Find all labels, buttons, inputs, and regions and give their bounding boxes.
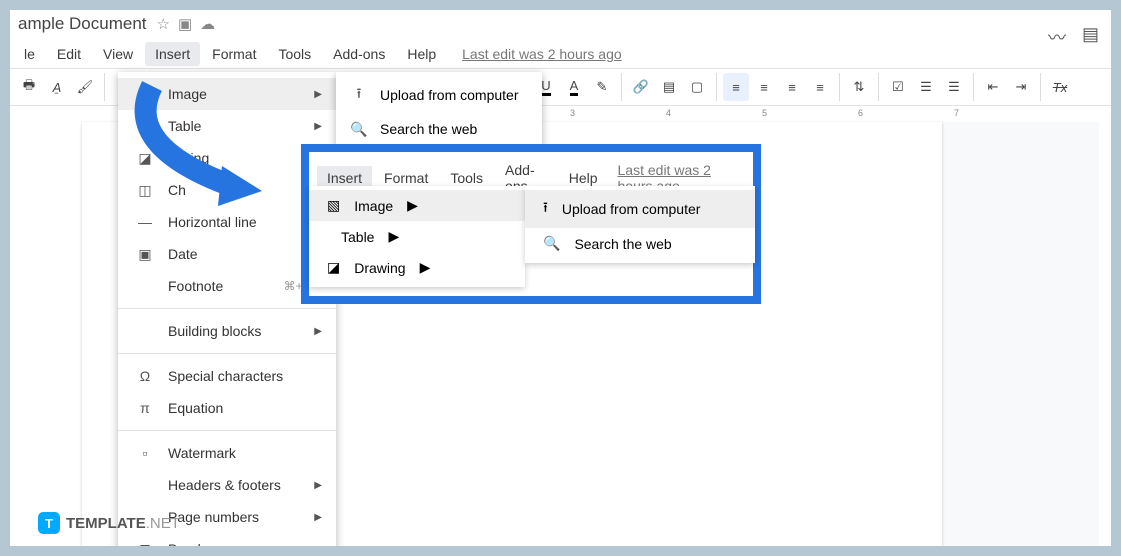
indent-icon[interactable]: ⇥ [1008,73,1034,101]
clear-format-icon[interactable]: Tx [1047,73,1073,101]
app-window: ample Document ☆ ▣ ☁ 〰 ▤ le Edit View In… [10,10,1111,546]
break-icon: ⊟ [136,540,154,546]
drawing-icon: ◪ [327,259,340,276]
insert-break-item[interactable]: ⊟ Break [118,533,336,546]
highlight-icon[interactable]: ✎ [589,73,615,101]
pi-icon: π [136,399,154,417]
callout-zoom: Insert Format Tools Add-ons Help Last ed… [301,144,761,304]
table-icon: ▦ [136,117,154,135]
chart-icon: ◫ [136,181,154,199]
hline-icon: — [136,213,154,231]
drawing-icon: ◪ [136,149,154,167]
upload-icon: ⭱ [350,86,368,104]
chevron-right-icon: ▶ [314,512,322,523]
menu-view[interactable]: View [93,42,143,66]
text-color-icon[interactable]: A [561,73,587,101]
menu-addons[interactable]: Add-ons [323,42,395,66]
divider [118,308,336,309]
insert-blocks-item[interactable]: Building blocks ▶ [118,315,336,347]
callout-search-item[interactable]: 🔍 Search the web [525,228,755,259]
insert-table-item[interactable]: ▦ Table ▶ [118,110,336,142]
paint-format-icon[interactable]: 🖌 [72,73,98,101]
image-icon: ▧ [327,197,340,214]
menu-edit[interactable]: Edit [47,42,91,66]
title-bar: ample Document ☆ ▣ ☁ [10,10,1111,38]
omega-icon: Ω [136,367,154,385]
bullet-list-icon[interactable]: ☰ [913,73,939,101]
watermark-icon: ▫ [136,444,154,462]
align-right-icon[interactable]: ≡ [779,73,805,101]
chevron-right-icon: ▶ [407,197,418,214]
upload-icon: ⭱ [543,197,548,221]
last-edit-link[interactable]: Last edit was 2 hours ago [462,46,622,62]
activity-icon[interactable]: 〰 [1048,24,1066,50]
insert-image-icon[interactable]: ▢ [684,73,710,101]
image-submenu: ⭱ Upload from computer 🔍 Search the web [336,72,542,152]
number-list-icon[interactable]: ☰ [941,73,967,101]
chevron-right-icon: ▶ [420,259,431,276]
callout-drawing-item[interactable]: ◪ Drawing ▶ [309,252,525,283]
checklist-icon[interactable]: ☑ [885,73,911,101]
insert-headers-item[interactable]: Headers & footers ▶ [118,469,336,501]
insert-special-item[interactable]: Ω Special characters [118,360,336,392]
folder-move-icon[interactable]: ▣ [178,15,192,33]
outdent-icon[interactable]: ⇤ [980,73,1006,101]
search-web-item[interactable]: 🔍 Search the web [336,112,542,146]
menu-file[interactable]: le [14,42,45,66]
callout-upload-item[interactable]: ⭱ Upload from computer [525,190,755,228]
menu-tools[interactable]: Tools [268,42,321,66]
callout-insert-dropdown: ▧ Image ▶ Table ▶ ◪ Drawing ▶ [309,186,525,287]
brand-watermark: T TEMPLATE.NET [38,512,180,534]
top-right-actions: 〰 ▤ [1048,24,1099,50]
callout-table-item[interactable]: Table ▶ [309,221,525,252]
insert-watermark-item[interactable]: ▫ Watermark [118,437,336,469]
line-spacing-icon[interactable]: ⇅ [846,73,872,101]
link-icon[interactable]: 🔗 [628,73,654,101]
chevron-right-icon: ▶ [314,480,322,491]
upload-from-computer-item[interactable]: ⭱ Upload from computer [336,78,542,112]
callout-image-submenu: ⭱ Upload from computer 🔍 Search the web [525,186,755,263]
align-left-icon[interactable]: ≡ [723,73,749,101]
search-icon: 🔍 [543,235,560,252]
insert-image-item[interactable]: ▧ Image ▶ [118,78,336,110]
comment-icon[interactable]: ▤ [656,73,682,101]
menu-insert[interactable]: Insert [145,42,200,66]
star-icon[interactable]: ☆ [157,15,170,33]
divider [118,353,336,354]
comments-icon[interactable]: ▤ [1082,24,1099,50]
chevron-right-icon: ▶ [314,121,322,132]
search-icon: 🔍 [350,120,368,138]
cloud-status-icon: ☁ [200,15,215,33]
chevron-right-icon: ▶ [388,228,399,245]
brand-logo-icon: T [38,512,60,534]
spellcheck-icon[interactable]: A̱ [44,73,70,101]
doc-title[interactable]: ample Document [18,14,147,34]
chevron-right-icon: ▶ [314,326,322,337]
menu-help[interactable]: Help [397,42,446,66]
calendar-icon: ▣ [136,245,154,263]
main-menubar: le Edit View Insert Format Tools Add-ons… [10,40,1111,68]
image-icon: ▧ [136,85,154,103]
menu-format[interactable]: Format [202,42,266,66]
align-center-icon[interactable]: ≡ [751,73,777,101]
insert-equation-item[interactable]: π Equation [118,392,336,424]
divider [118,430,336,431]
align-justify-icon[interactable]: ≡ [807,73,833,101]
callout-image-item[interactable]: ▧ Image ▶ [309,190,525,221]
chevron-right-icon: ▶ [314,89,322,100]
print-icon[interactable]: 🖶 [16,73,42,101]
